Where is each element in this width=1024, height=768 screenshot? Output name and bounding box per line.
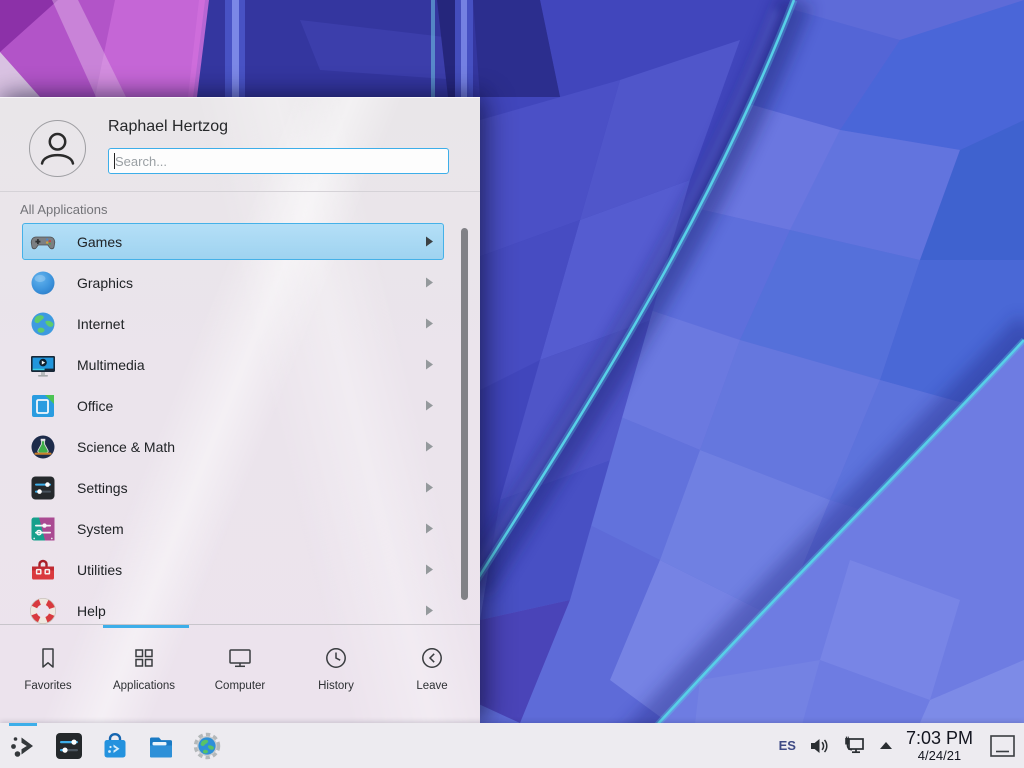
launcher-footer-tabs: Favorites Applications C [0, 628, 480, 724]
system-sliders-icon [30, 516, 56, 542]
footer-divider [0, 624, 480, 625]
graphics-sphere-icon [30, 270, 56, 296]
menu-item-system[interactable]: System [22, 510, 444, 547]
menu-item-internet[interactable]: Internet [22, 305, 444, 342]
menu-item-label: Internet [77, 316, 124, 332]
leave-icon [419, 645, 445, 671]
menu-item-label: Graphics [77, 275, 133, 291]
category-list: Games Graphics Internet [0, 223, 480, 624]
tab-label: History [318, 680, 354, 692]
submenu-arrow-icon [425, 605, 434, 616]
submenu-arrow-icon [425, 359, 434, 370]
user-avatar[interactable] [29, 120, 86, 177]
menu-item-multimedia[interactable]: Multimedia [22, 346, 444, 383]
menu-item-label: Multimedia [77, 357, 145, 373]
submenu-arrow-icon [425, 318, 434, 329]
file-manager-button[interactable] [146, 731, 176, 761]
globe-icon [30, 311, 56, 337]
app-grid-icon [131, 645, 157, 671]
submenu-arrow-icon [425, 277, 434, 288]
web-browser-button[interactable] [192, 731, 222, 761]
search-input[interactable] [108, 148, 449, 174]
network-icon[interactable] [843, 736, 866, 756]
submenu-arrow-icon [425, 441, 434, 452]
submenu-arrow-icon [425, 236, 434, 247]
tab-label: Computer [215, 680, 266, 692]
app-launcher-icon [8, 731, 38, 761]
bookmark-icon [35, 645, 61, 671]
help-lifebuoy-icon [30, 598, 56, 624]
submenu-arrow-icon [425, 482, 434, 493]
tab-applications[interactable]: Applications [96, 628, 192, 724]
menu-item-science-math[interactable]: Science & Math [22, 428, 444, 465]
desktop: Raphael Hertzog All Applications Games [0, 0, 1024, 768]
tab-favorites[interactable]: Favorites [0, 628, 96, 724]
text-cursor [114, 153, 115, 169]
tab-label: Applications [113, 680, 175, 692]
multimedia-monitor-icon [30, 352, 56, 378]
menu-item-help[interactable]: Help [22, 592, 444, 624]
tab-label: Leave [416, 680, 447, 692]
menu-item-office[interactable]: Office [22, 387, 444, 424]
submenu-arrow-icon [425, 523, 434, 534]
keyboard-layout-indicator[interactable]: ES [779, 738, 796, 753]
submenu-arrow-icon [425, 564, 434, 575]
gamepad-icon [30, 229, 56, 255]
list-scrollbar[interactable] [461, 228, 468, 600]
show-desktop-button[interactable] [989, 734, 1016, 758]
menu-item-label: Games [77, 234, 122, 250]
launcher-header: Raphael Hertzog [0, 98, 480, 192]
science-flask-icon [30, 434, 56, 460]
menu-item-utilities[interactable]: Utilities [22, 551, 444, 588]
office-document-icon [30, 393, 56, 419]
menu-item-settings[interactable]: Settings [22, 469, 444, 506]
tab-label: Favorites [24, 680, 71, 692]
system-settings-icon [54, 731, 84, 761]
system-settings-button[interactable] [54, 731, 84, 761]
clock-time: 7:03 PM [906, 729, 973, 748]
digital-clock[interactable]: 7:03 PM 4/24/21 [906, 729, 973, 763]
folder-icon [146, 731, 176, 761]
tab-leave[interactable]: Leave [384, 628, 480, 724]
menu-item-label: Settings [77, 480, 128, 496]
user-name: Raphael Hertzog [108, 118, 228, 136]
menu-item-label: Utilities [77, 562, 122, 578]
menu-item-games[interactable]: Games [22, 223, 444, 260]
utilities-toolbox-icon [30, 557, 56, 583]
discover-bag-icon [100, 731, 130, 761]
expand-tray-arrow-icon[interactable] [879, 741, 893, 750]
menu-item-label: Science & Math [77, 439, 175, 455]
system-tray: ES 7:03 PM 4/24/21 [779, 729, 1024, 763]
settings-sliders-icon [30, 475, 56, 501]
menu-item-graphics[interactable]: Graphics [22, 264, 444, 301]
application-launcher-panel: Raphael Hertzog All Applications Games [0, 97, 480, 723]
submenu-arrow-icon [425, 400, 434, 411]
application-launcher-button[interactable] [8, 731, 38, 761]
section-label: All Applications [20, 202, 107, 217]
menu-item-label: Help [77, 603, 106, 619]
volume-icon[interactable] [809, 736, 830, 756]
computer-icon [227, 645, 253, 671]
discover-button[interactable] [100, 731, 130, 761]
taskbar-launchers [0, 731, 222, 761]
clock-date: 4/24/21 [918, 748, 961, 763]
globe-gear-icon [192, 731, 222, 761]
menu-item-label: System [77, 521, 124, 537]
menu-item-label: Office [77, 398, 113, 414]
tab-computer[interactable]: Computer [192, 628, 288, 724]
taskbar: ES 7:03 PM 4/24/21 [0, 723, 1024, 768]
history-clock-icon [323, 645, 349, 671]
tab-history[interactable]: History [288, 628, 384, 724]
